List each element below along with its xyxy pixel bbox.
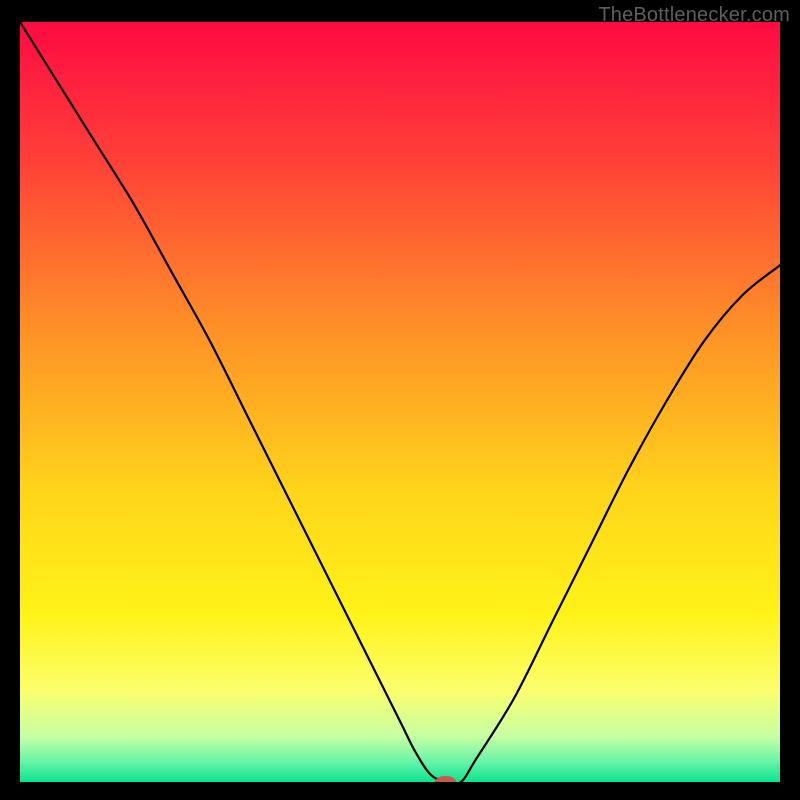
plot-area — [20, 22, 780, 782]
chart-frame: TheBottlenecker.com — [0, 0, 800, 800]
attribution-text: TheBottlenecker.com — [598, 4, 790, 27]
chart-svg — [20, 22, 780, 782]
